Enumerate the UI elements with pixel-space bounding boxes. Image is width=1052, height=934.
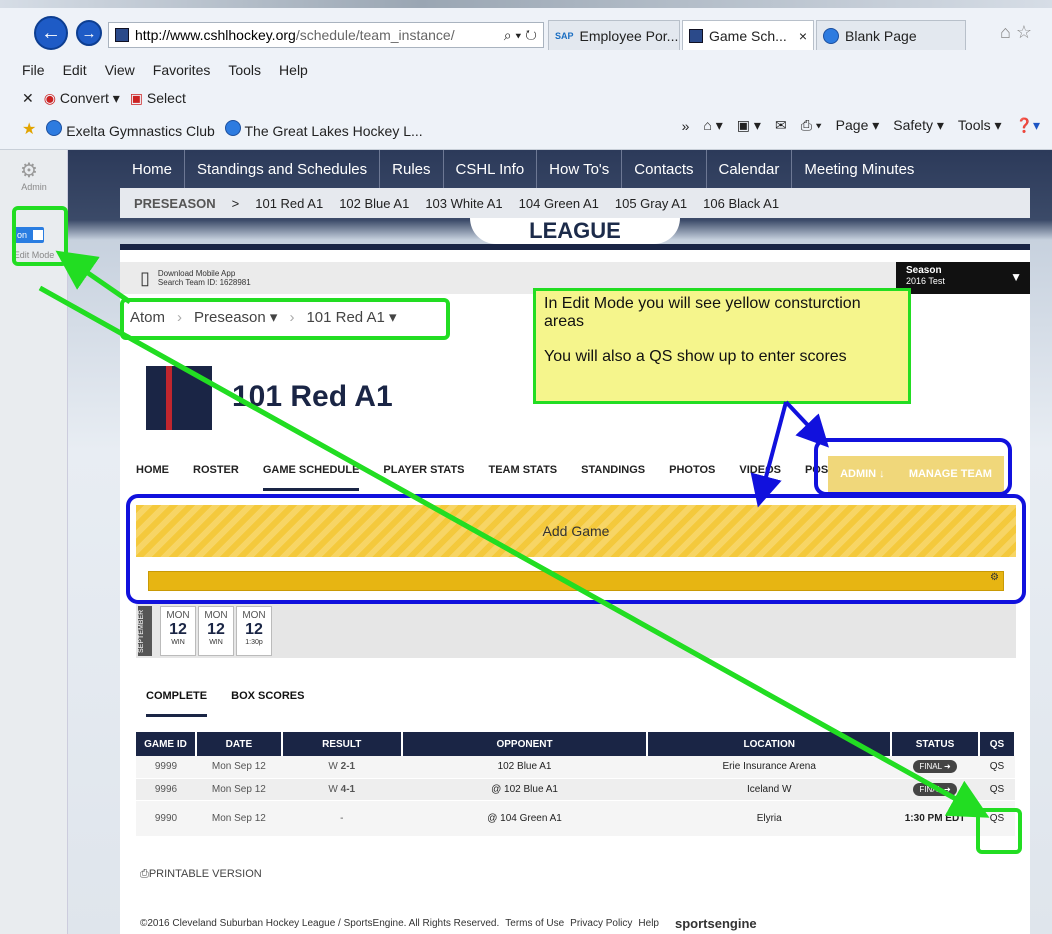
annotation-arrows (38, 250, 990, 818)
green-arrow-to-toggle (55, 250, 132, 305)
blue-arrow-to-construction (750, 401, 788, 508)
green-arrow-to-qs (38, 285, 990, 818)
blue-arrow-to-admin (784, 400, 829, 448)
